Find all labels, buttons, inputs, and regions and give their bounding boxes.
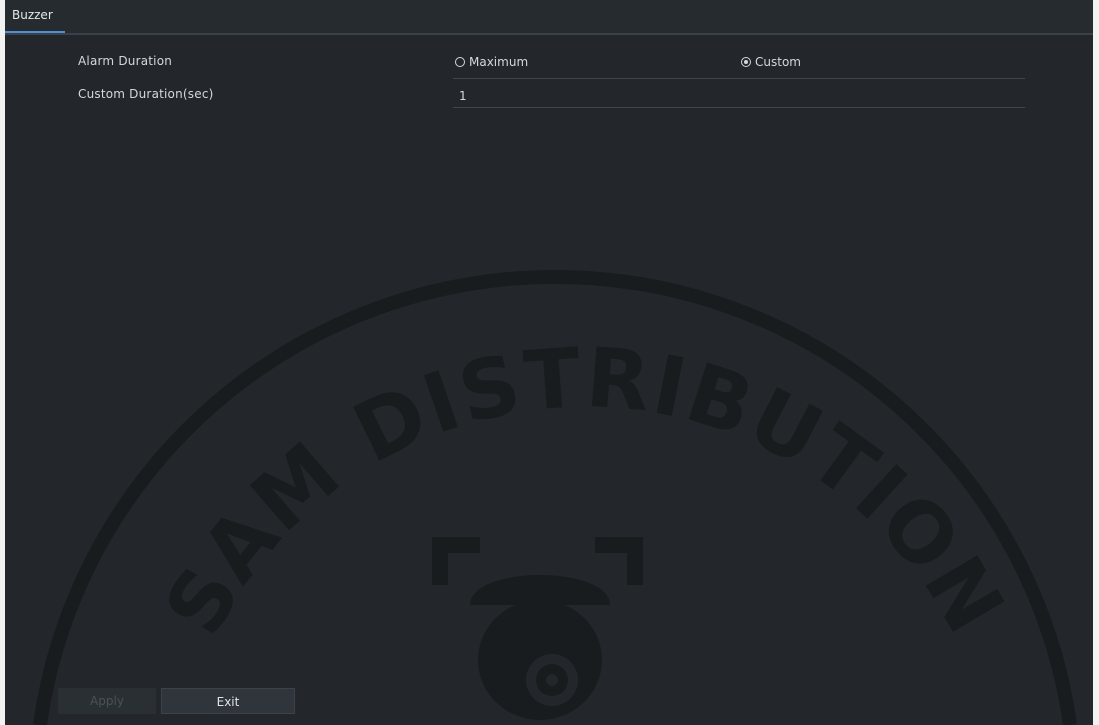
radio-checked-icon xyxy=(741,57,751,67)
custom-duration-input[interactable]: 1 xyxy=(453,85,1025,107)
tab-bar: Buzzer xyxy=(5,0,1093,35)
tab-buzzer[interactable]: Buzzer xyxy=(5,0,65,33)
maximum-radio[interactable]: Maximum xyxy=(455,55,528,69)
divider xyxy=(453,107,1025,108)
buzzer-settings-panel: Alarm Duration Maximum Custom Custom Dur… xyxy=(5,35,1093,725)
alarm-duration-label: Alarm Duration xyxy=(78,54,173,68)
custom-duration-label: Custom Duration(sec) xyxy=(78,87,214,101)
custom-radio[interactable]: Custom xyxy=(741,55,801,69)
radio-unchecked-icon xyxy=(455,57,465,67)
custom-radio-label: Custom xyxy=(755,55,801,69)
maximum-radio-label: Maximum xyxy=(469,55,529,69)
exit-button[interactable]: Exit xyxy=(161,688,295,714)
window-frame-right xyxy=(1093,0,1099,725)
apply-button[interactable]: Apply xyxy=(58,688,156,714)
divider xyxy=(453,78,1025,79)
